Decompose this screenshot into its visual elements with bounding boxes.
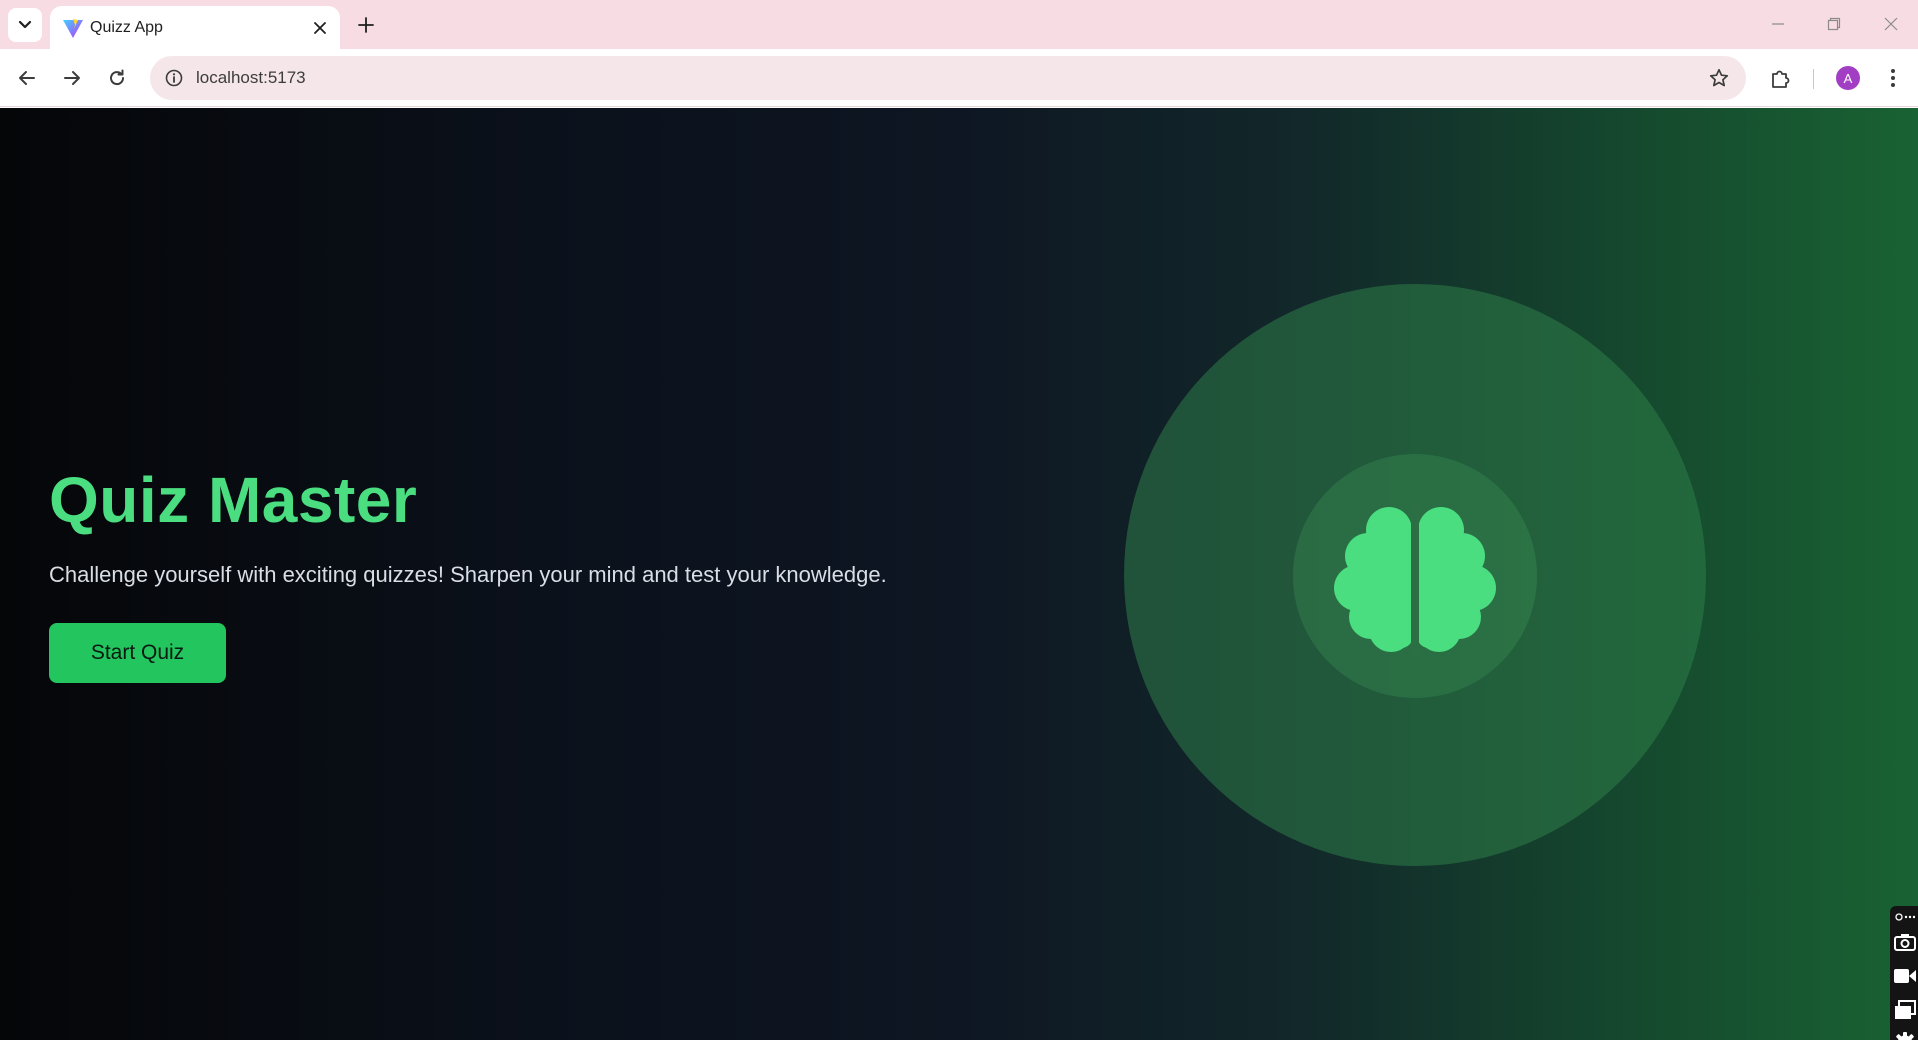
window-close-button[interactable]: [1871, 8, 1911, 40]
browser-menu-button[interactable]: [1875, 60, 1911, 96]
vite-logo-icon: [63, 19, 83, 38]
gear-icon: [1896, 1032, 1914, 1040]
profile-button[interactable]: A: [1830, 60, 1866, 96]
start-quiz-button[interactable]: Start Quiz: [49, 623, 226, 683]
address-url[interactable]: localhost:5173: [196, 68, 306, 88]
brain-icon: [1334, 504, 1496, 654]
camera-icon: [1894, 934, 1916, 951]
extensions-button[interactable]: [1763, 60, 1799, 96]
tab-close-button[interactable]: [308, 16, 332, 40]
star-icon: [1709, 68, 1729, 87]
puzzle-icon: [1772, 70, 1790, 88]
tab-title: Quizz App: [90, 19, 163, 36]
tab-search-button[interactable]: [8, 8, 42, 42]
back-button[interactable]: [9, 60, 45, 96]
video-icon: [1894, 969, 1916, 983]
widget-menu-button[interactable]: [1893, 910, 1917, 924]
page-title: Quiz Master: [49, 464, 418, 536]
info-icon: [165, 69, 183, 87]
browser-tabstrip: Quizz App: [0, 0, 1918, 49]
record-button[interactable]: [1893, 964, 1917, 988]
capture-widget: [1890, 906, 1918, 1040]
close-icon: [1884, 17, 1898, 31]
address-bar[interactable]: localhost:5173: [150, 56, 1746, 100]
page-subtitle: Challenge yourself with exciting quizzes…: [49, 562, 887, 587]
forward-button[interactable]: [54, 60, 90, 96]
arrow-right-icon: [64, 71, 80, 85]
arrow-left-icon: [19, 71, 35, 85]
reload-button[interactable]: [99, 60, 135, 96]
bookmark-button[interactable]: [1706, 65, 1732, 91]
more-horizontal-icon: [1895, 913, 1915, 921]
minimize-icon: [1772, 23, 1784, 25]
widget-settings-button[interactable]: [1893, 1031, 1917, 1040]
site-info-button[interactable]: [162, 66, 186, 90]
restore-icon: [1827, 17, 1841, 31]
browser-tab[interactable]: Quizz App: [50, 6, 340, 49]
screens-icon: [1895, 1000, 1916, 1019]
plus-icon: [358, 17, 374, 33]
page-viewport: Quiz Master Challenge yourself with exci…: [0, 108, 1918, 1040]
toolbar-separator: [1813, 69, 1814, 89]
avatar: A: [1836, 66, 1860, 90]
screens-button[interactable]: [1893, 998, 1917, 1022]
screenshot-button[interactable]: [1893, 930, 1917, 954]
reload-icon: [110, 69, 125, 86]
new-tab-button[interactable]: [351, 10, 381, 40]
restore-button[interactable]: [1814, 8, 1854, 40]
minimize-button[interactable]: [1758, 8, 1798, 40]
close-icon: [314, 22, 326, 34]
more-vertical-icon: [1891, 69, 1895, 87]
browser-toolbar: localhost:5173 A: [0, 49, 1918, 107]
chevron-down-icon: [18, 20, 32, 29]
